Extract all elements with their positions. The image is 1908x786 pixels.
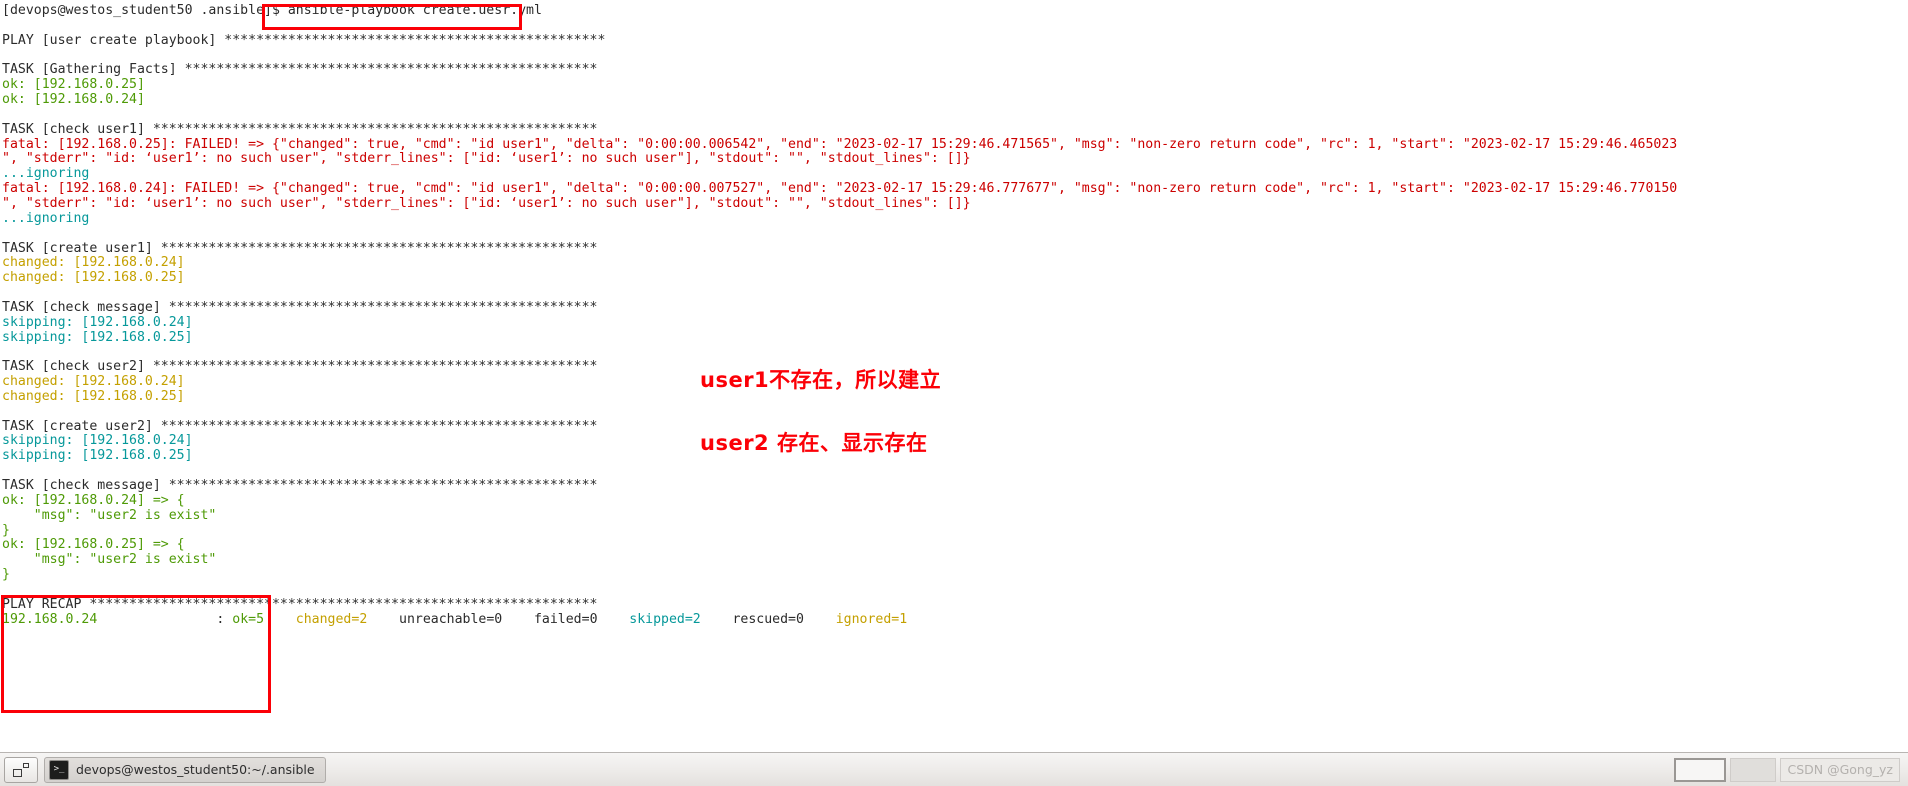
- terminal-output: [devops@westos_student50 .ansible]$ ansi…: [2, 3, 1908, 628]
- terminal-line: ", "stderr": "id: ‘user1’: no such user"…: [2, 151, 971, 167]
- tray-blank-box[interactable]: [1730, 757, 1777, 782]
- tray-input-method-box[interactable]: [1674, 757, 1727, 782]
- annotation-note-user2: user2 存在、显示存在: [700, 431, 928, 455]
- terminal-line: TASK [create user2] ********************…: [2, 418, 598, 434]
- terminal-window[interactable]: [devops@westos_student50 .ansible]$ ansi…: [0, 0, 1908, 752]
- terminal-line: fatal: [192.168.0.25]: FAILED! => {"chan…: [2, 136, 1678, 152]
- terminal-line: }: [2, 567, 10, 583]
- terminal-line: changed: [192.168.0.24]: [2, 374, 185, 390]
- terminal-line: TASK [Gathering Facts] *****************…: [2, 62, 598, 78]
- terminal-line: ...ignoring: [2, 210, 90, 226]
- terminal-line: ok: [192.168.0.24] => {: [2, 492, 185, 508]
- terminal-line: skipping: [192.168.0.25]: [2, 329, 193, 345]
- screen: [devops@westos_student50 .ansible]$ ansi…: [0, 0, 1908, 786]
- recap-stat: rescued=0: [732, 611, 836, 627]
- terminal-line: skipping: [192.168.0.24]: [2, 433, 193, 449]
- show-desktop-icon: [13, 762, 29, 777]
- terminal-line: ok: [192.168.0.25] => {: [2, 537, 185, 553]
- terminal-line: fatal: [192.168.0.24]: FAILED! => {"chan…: [2, 181, 1678, 197]
- terminal-line: PLAY [user create playbook] ************…: [2, 32, 606, 48]
- terminal-line: TASK [check user1] *********************…: [2, 121, 598, 137]
- terminal-line: "msg": "user2 is exist": [2, 507, 217, 523]
- terminal-line: TASK [check user2] *********************…: [2, 359, 598, 375]
- taskbar: >_ devops@westos_student50:~/.ansible CS…: [0, 752, 1908, 786]
- recap-stat: :: [216, 611, 233, 627]
- terminal-line: changed: [192.168.0.25]: [2, 270, 185, 286]
- terminal-line: changed: [192.168.0.24]: [2, 255, 185, 271]
- show-desktop-button[interactable]: [4, 756, 38, 783]
- terminal-line: [devops@westos_student50 .ansible]$ ansi…: [2, 3, 542, 18]
- terminal-line: 192.168.0.24 : ok=5 changed=2 unreachabl…: [2, 611, 1908, 628]
- recap-stat: changed=2: [295, 611, 400, 627]
- terminal-line: }: [2, 522, 10, 538]
- watermark-label: CSDN @Gong_yz: [1780, 757, 1900, 782]
- terminal-line: ok: [192.168.0.24]: [2, 92, 145, 108]
- terminal-line: TASK [check message] *******************…: [2, 299, 598, 315]
- terminal-line: PLAY RECAP *****************************…: [2, 596, 598, 612]
- annotation-note-user1: user1不存在，所以建立: [700, 368, 942, 392]
- terminal-line: changed: [192.168.0.25]: [2, 388, 185, 404]
- terminal-line: TASK [check message] *******************…: [2, 478, 598, 493]
- taskbar-window-label: devops@westos_student50:~/.ansible: [76, 762, 315, 777]
- taskbar-window-button-terminal[interactable]: >_ devops@westos_student50:~/.ansible: [44, 756, 326, 783]
- recap-stat: ignored=1: [835, 611, 908, 627]
- terminal-line: skipping: [192.168.0.24]: [2, 314, 193, 330]
- terminal-line: skipping: [192.168.0.25]: [2, 448, 193, 464]
- terminal-line: ", "stderr": "id: ‘user1’: no such user"…: [2, 195, 971, 211]
- recap-stat: skipped=2: [629, 611, 733, 627]
- recap-stat: unreachable=0 failed=0: [399, 611, 630, 627]
- terminal-line: TASK [create user1] ********************…: [2, 240, 598, 256]
- recap-stat: 192.168.0.24: [2, 611, 217, 627]
- terminal-line: "msg": "user2 is exist": [2, 552, 217, 568]
- recap-stat: ok=5: [232, 611, 296, 627]
- terminal-line: ...ignoring: [2, 166, 90, 182]
- system-tray: CSDN @Gong_yz: [1674, 757, 1904, 782]
- terminal-line: ok: [192.168.0.25]: [2, 77, 145, 93]
- terminal-icon: >_: [49, 759, 69, 780]
- terminal-scrollbar[interactable]: [1904, 0, 1908, 752]
